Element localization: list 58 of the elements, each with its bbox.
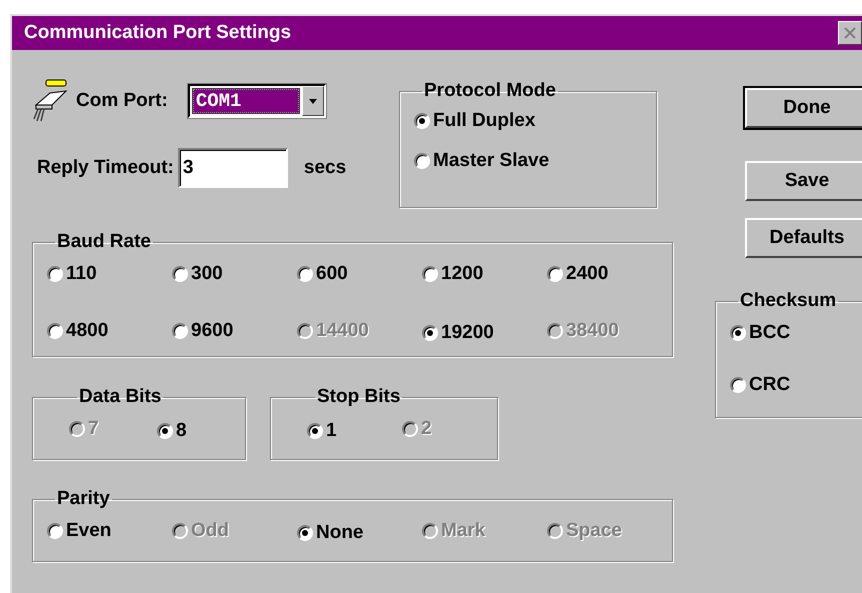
radio-label: Mark — [441, 520, 486, 542]
com-port-label: Com Port: — [76, 90, 168, 112]
radio-label: 110 — [66, 263, 97, 285]
dialog-button[interactable]: Done — [745, 88, 862, 128]
group-title: Baud Rate — [56, 231, 152, 253]
radio-button[interactable] — [157, 423, 173, 439]
close-button[interactable] — [838, 21, 862, 45]
radio-button[interactable] — [730, 325, 746, 341]
serial-cable-icon — [32, 79, 70, 123]
radio-label: Master Slave — [433, 150, 550, 172]
reply-timeout-field[interactable]: 3 — [178, 148, 288, 188]
radio-button[interactable] — [422, 266, 438, 282]
radio-label: 8 — [176, 420, 187, 442]
radio-label: 4800 — [66, 320, 108, 342]
radio-label: 1200 — [441, 263, 484, 285]
group-title: Protocol Mode — [423, 80, 557, 102]
radio-label: BCC — [749, 322, 790, 344]
group-title: Stop Bits — [316, 386, 402, 408]
radio-button[interactable] — [172, 323, 188, 339]
unit-label: secs — [304, 157, 346, 179]
group-title: Data Bits — [78, 386, 162, 408]
window-title: Communication Port Settings — [24, 22, 292, 44]
radio-button[interactable] — [47, 323, 63, 339]
radio-label: None — [316, 522, 364, 544]
radio-button[interactable] — [297, 266, 313, 282]
radio-label: 600 — [316, 263, 348, 285]
radio-label: 2 — [421, 418, 432, 440]
radio-label: 300 — [191, 263, 223, 285]
radio-label: 38400 — [566, 320, 619, 342]
radio-label: 14400 — [316, 320, 369, 342]
radio-label: Even — [66, 520, 112, 542]
group-title: Checksum — [739, 290, 838, 312]
radio-label: 2400 — [566, 263, 608, 285]
group-title: Parity — [56, 488, 111, 510]
close-icon — [843, 26, 857, 40]
radio-button[interactable] — [414, 153, 430, 169]
dropdown-arrow-icon — [308, 98, 317, 104]
radio-label: CRC — [749, 374, 790, 396]
radio-button[interactable] — [297, 525, 313, 541]
radio-button[interactable] — [172, 266, 188, 282]
radio-label: 1 — [326, 420, 337, 442]
radio-button[interactable] — [422, 325, 438, 341]
radio-label: 7 — [88, 418, 99, 440]
radio-label: Odd — [191, 520, 229, 542]
radio-button[interactable] — [47, 266, 63, 282]
dialog-button[interactable]: Save — [745, 161, 862, 201]
radio-label: Full Duplex — [433, 110, 536, 132]
radio-label: 19200 — [441, 322, 494, 344]
com-port-dropdown[interactable]: COM1 — [188, 84, 326, 118]
radio-label: 9600 — [191, 320, 234, 342]
radio-button[interactable] — [730, 377, 746, 393]
radio-button[interactable] — [47, 523, 63, 539]
radio-button[interactable] — [414, 113, 430, 129]
dialog-button[interactable]: Defaults — [745, 218, 862, 258]
radio-button[interactable] — [307, 423, 323, 439]
radio-button[interactable] — [547, 266, 563, 282]
reply-timeout-label: Reply Timeout: — [37, 157, 174, 179]
radio-label: Space — [566, 520, 622, 542]
